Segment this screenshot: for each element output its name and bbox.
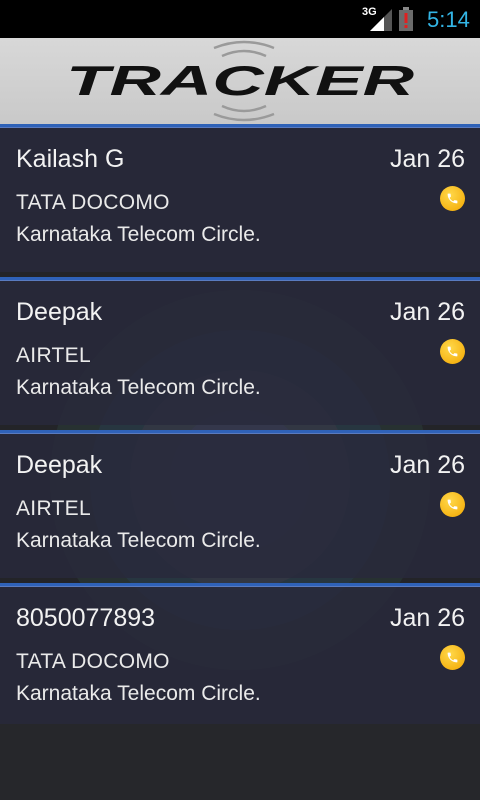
logo-text: TRACKER bbox=[66, 57, 415, 104]
call-date: Jan 26 bbox=[389, 604, 465, 632]
call-date: Jan 26 bbox=[389, 451, 465, 479]
carrier-name: AIRTEL bbox=[16, 497, 91, 520]
call-date: Jan 26 bbox=[389, 298, 465, 326]
phone-icon[interactable] bbox=[440, 645, 465, 670]
bottom-area bbox=[0, 724, 480, 800]
app-header: TRACKER bbox=[0, 38, 480, 124]
telecom-circle: Karnataka Telecom Circle. bbox=[16, 376, 261, 399]
status-bar: 3G 5:14 bbox=[0, 0, 480, 38]
call-list-item[interactable]: Kailash G Jan 26 TATA DOCOMO Karnataka T… bbox=[0, 124, 480, 272]
battery-alert-icon bbox=[399, 7, 413, 31]
caller-name: Deepak bbox=[16, 451, 103, 479]
clock: 5:14 bbox=[427, 7, 470, 32]
telecom-circle: Karnataka Telecom Circle. bbox=[16, 682, 261, 705]
telecom-circle: Karnataka Telecom Circle. bbox=[16, 529, 261, 552]
app-screen: 3G 5:14 TRACKER Kailash G Jan 26 TATA DO… bbox=[0, 0, 480, 800]
carrier-name: AIRTEL bbox=[16, 344, 91, 367]
call-list-item[interactable]: Deepak Jan 26 AIRTEL Karnataka Telecom C… bbox=[0, 430, 480, 578]
call-date: Jan 26 bbox=[389, 145, 465, 173]
call-list-item[interactable]: Deepak Jan 26 AIRTEL Karnataka Telecom C… bbox=[0, 277, 480, 425]
phone-icon[interactable] bbox=[440, 492, 465, 517]
caller-name: Deepak bbox=[16, 298, 103, 326]
carrier-name: TATA DOCOMO bbox=[16, 191, 170, 214]
carrier-name: TATA DOCOMO bbox=[16, 650, 170, 673]
phone-icon[interactable] bbox=[440, 186, 465, 211]
phone-icon[interactable] bbox=[440, 339, 465, 364]
telecom-circle: Karnataka Telecom Circle. bbox=[16, 223, 261, 246]
caller-name: 8050077893 bbox=[16, 604, 156, 632]
signal-icon bbox=[370, 9, 392, 31]
call-list-item[interactable]: 8050077893 Jan 26 TATA DOCOMO Karnataka … bbox=[0, 583, 480, 731]
call-list: Kailash G Jan 26 TATA DOCOMO Karnataka T… bbox=[0, 124, 480, 731]
caller-name: Kailash G bbox=[16, 145, 125, 173]
tracker-logo: TRACKER bbox=[66, 40, 415, 122]
